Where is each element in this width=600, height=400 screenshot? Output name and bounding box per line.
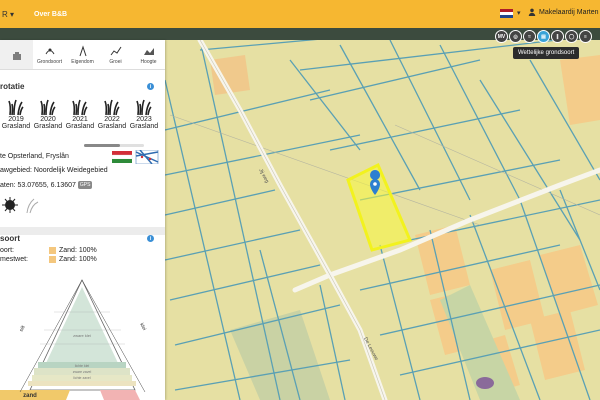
- soil-tab-icon: [45, 48, 54, 54]
- grass-icon: [40, 99, 56, 116]
- tab-hand[interactable]: [0, 40, 33, 69]
- user-icon: [528, 8, 536, 16]
- user-name: Makelaardij Marten: [539, 8, 599, 16]
- soil-header: soort i: [0, 234, 160, 243]
- coords-line: aten: 53.07655, 6.13607 GPS: [0, 181, 93, 189]
- area-line: awgebied: Noordelijk Weidegebied: [0, 167, 108, 174]
- coords-text: aten: 53.07655, 6.13607: [0, 181, 76, 189]
- tab-eigendom[interactable]: Eigendom: [66, 40, 99, 69]
- rotation-years: 2019 Grasland 2020 Grasland 2021 Grasland 2…: [0, 98, 160, 130]
- columns-icon[interactable]: ∥: [551, 30, 564, 43]
- location-text: te Opsterland, Fryslân: [0, 153, 69, 160]
- soil-icon[interactable]: ≈: [523, 30, 536, 43]
- sand-swatch-icon: [49, 256, 56, 263]
- flags-icon: [112, 150, 159, 164]
- triangle-layer: lichte zavel: [73, 376, 91, 380]
- triangle-right-label: klei: [138, 322, 147, 331]
- location-line: te Opsterland, Fryslân: [0, 153, 69, 160]
- soil-row: oort: Zand: 100%: [0, 247, 97, 254]
- soil-row: mestwet: Zand: 100%: [0, 256, 97, 263]
- ownership-icon: [79, 44, 86, 56]
- dutch-flag-icon[interactable]: [500, 9, 513, 18]
- legal-soil-icon[interactable]: ▤: [537, 30, 550, 43]
- top-bar: R ▾ Over B&B ▾ Makelaardij Marten: [0, 0, 600, 28]
- rotation-year: 2022 Grasland: [96, 98, 128, 130]
- grass-icon: [104, 99, 120, 116]
- info-icon[interactable]: i: [147, 235, 154, 242]
- tab-grondsoort[interactable]: Grondsoort: [33, 40, 66, 69]
- side-panel: Grondsoort Eigendom Groei Hoogte rotatie…: [0, 40, 165, 400]
- gps-badge[interactable]: GPS: [77, 181, 93, 189]
- rotation-year: 2021 Grasland: [64, 98, 96, 130]
- triangle-left-label: silt: [18, 324, 26, 333]
- wind-icon: [26, 198, 39, 214]
- weather-icons: [2, 197, 39, 214]
- triangle-layer: lichte klei: [75, 364, 90, 368]
- mv-icon[interactable]: MV: [495, 30, 508, 43]
- triangle-layer: zware klei: [73, 333, 91, 338]
- soil-triangle: silt klei zware klei lichte klei zware z…: [0, 279, 147, 400]
- triangle-sand-label: zand: [23, 393, 37, 399]
- tab-hoogte[interactable]: Hoogte: [132, 40, 165, 69]
- hand-icon: [12, 51, 21, 60]
- rotation-title: rotatie: [0, 82, 25, 91]
- map-tools: MV ◎ ≈ ▤ ∥ ◯ ≡: [495, 30, 592, 43]
- rotation-year: 2019 Grasland: [0, 98, 32, 130]
- layer-icon[interactable]: ◎: [509, 30, 522, 43]
- rotation-header: rotatie i: [0, 82, 160, 91]
- circle-icon[interactable]: ◯: [565, 30, 578, 43]
- sand-swatch-icon: [49, 247, 56, 254]
- rotation-scrollbar[interactable]: [84, 144, 144, 147]
- rotation-year: 2023 Grasland: [128, 98, 160, 130]
- growth-icon: [110, 46, 121, 55]
- chevron-down-icon[interactable]: ▾: [517, 9, 521, 17]
- rotation-year: 2020 Grasland: [32, 98, 64, 130]
- tab-groei[interactable]: Groei: [99, 40, 132, 69]
- grass-icon: [72, 99, 88, 116]
- grass-icon: [8, 99, 24, 116]
- user-account[interactable]: Makelaardij Marten: [528, 8, 599, 16]
- panel-tabs: Grondsoort Eigendom Groei Hoogte: [0, 40, 165, 70]
- triangle-layer: zware zavel: [73, 370, 92, 374]
- brand-menu[interactable]: R ▾: [2, 10, 30, 19]
- soil-title: soort: [0, 234, 20, 243]
- virus-icon: [2, 197, 18, 213]
- grass-icon: [136, 99, 152, 116]
- menu-icon[interactable]: ≡: [579, 30, 592, 43]
- tool-tooltip: Wettelijke grondsoort: [513, 47, 580, 59]
- nav-over-bb[interactable]: Over B&B: [34, 11, 67, 18]
- height-icon: [143, 47, 154, 55]
- info-icon[interactable]: i: [147, 83, 154, 90]
